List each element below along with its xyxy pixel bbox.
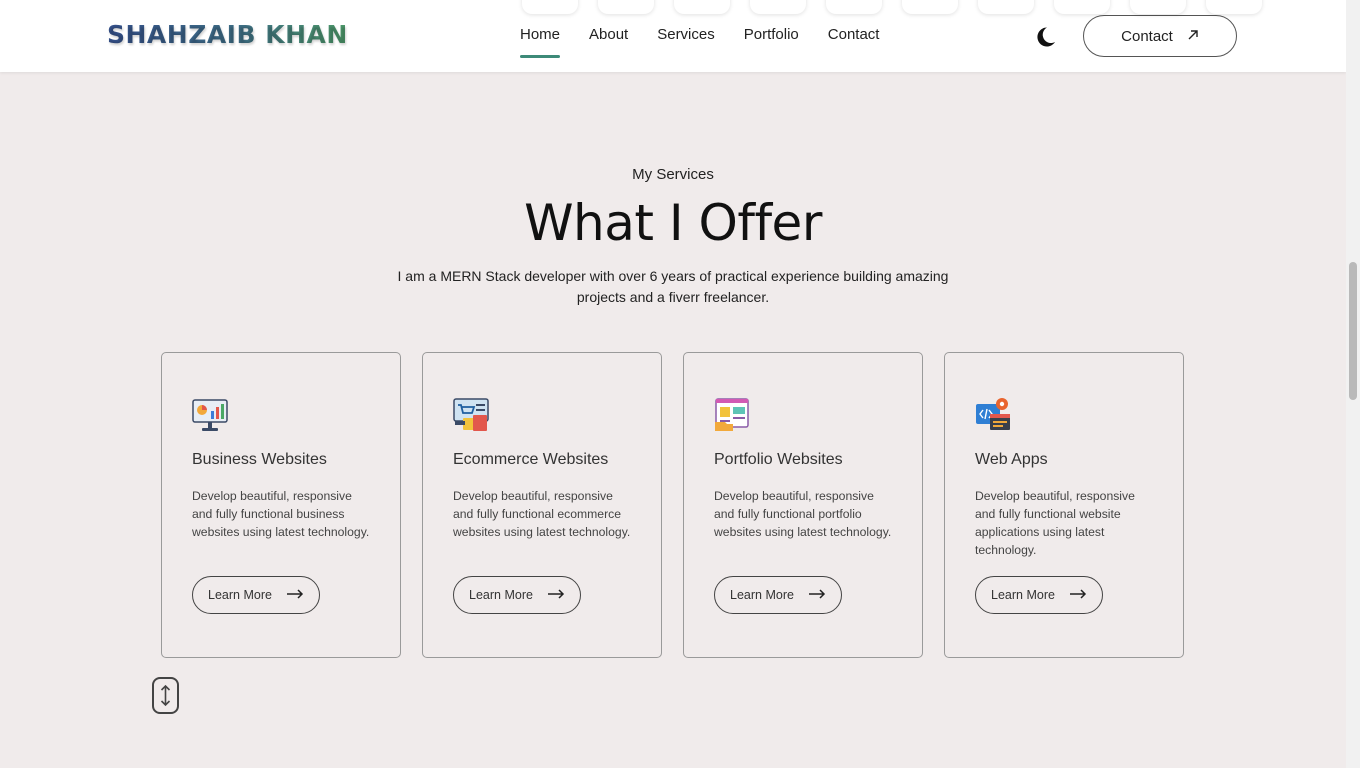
section-description: I am a MERN Stack developer with over 6 … xyxy=(397,268,949,305)
card-description: Develop beautiful, responsive and fully … xyxy=(192,489,370,539)
service-card-portfolio: Portfolio Websites Develop beautiful, re… xyxy=(683,352,923,658)
learn-more-label: Learn More xyxy=(991,588,1055,602)
tech-tile xyxy=(522,0,578,14)
learn-more-button[interactable]: Learn More xyxy=(714,576,842,614)
service-card-business: Business Websites Develop beautiful, res… xyxy=(161,352,401,658)
nav-portfolio[interactable]: Portfolio xyxy=(744,26,799,43)
nav-contact[interactable]: Contact xyxy=(828,26,880,43)
card-title: Web Apps xyxy=(975,451,1048,468)
arrow-right-icon xyxy=(1069,588,1087,602)
arrow-right-icon xyxy=(547,588,565,602)
learn-more-button[interactable]: Learn More xyxy=(975,576,1103,614)
tech-tile xyxy=(1206,0,1262,14)
tech-icons-strip xyxy=(522,0,1262,14)
section-subtitle: My Services xyxy=(632,166,714,183)
portfolio-icon xyxy=(713,396,751,434)
section-title: What I Offer xyxy=(524,194,822,252)
tech-tile xyxy=(978,0,1034,14)
arrow-right-icon xyxy=(286,588,304,602)
contact-button[interactable]: Contact xyxy=(1083,15,1237,57)
nav-home[interactable]: Home xyxy=(520,26,561,58)
tech-tile xyxy=(826,0,882,14)
arrow-up-right-icon xyxy=(1187,28,1199,45)
scroll-mouse-icon[interactable] xyxy=(152,677,179,714)
code-window-icon xyxy=(974,396,1012,434)
service-card-ecommerce: Ecommerce Websites Develop beautiful, re… xyxy=(422,352,662,658)
moon-icon[interactable] xyxy=(1033,25,1057,49)
nav-services[interactable]: Services xyxy=(657,26,715,43)
tech-tile xyxy=(598,0,654,14)
card-title: Ecommerce Websites xyxy=(453,451,609,468)
learn-more-label: Learn More xyxy=(208,588,272,602)
site-logo[interactable]: SHAHZAIB KHAN xyxy=(107,20,348,49)
learn-more-button[interactable]: Learn More xyxy=(192,576,320,614)
shopping-cart-icon xyxy=(452,396,490,434)
tech-tile xyxy=(902,0,958,14)
card-description: Develop beautiful, responsive and fully … xyxy=(975,489,1135,557)
page: SHAHZAIB KHAN Home About Services Portfo… xyxy=(0,0,1346,768)
learn-more-label: Learn More xyxy=(469,588,533,602)
main-nav: Home About Services Portfolio Contact xyxy=(520,26,880,58)
card-description: Develop beautiful, responsive and fully … xyxy=(714,489,892,539)
card-title: Portfolio Websites xyxy=(714,451,843,468)
contact-button-label: Contact xyxy=(1121,27,1173,45)
learn-more-button[interactable]: Learn More xyxy=(453,576,581,614)
business-chart-icon xyxy=(191,396,229,434)
tech-tile xyxy=(750,0,806,14)
card-description: Develop beautiful, responsive and fully … xyxy=(453,489,631,539)
scrollbar-thumb[interactable] xyxy=(1349,262,1357,400)
learn-more-label: Learn More xyxy=(730,588,794,602)
tech-tile xyxy=(674,0,730,14)
arrow-right-icon xyxy=(808,588,826,602)
tech-tile xyxy=(1130,0,1186,14)
card-title: Business Websites xyxy=(192,451,327,468)
service-card-webapps: Web Apps Develop beautiful, responsive a… xyxy=(944,352,1184,658)
navbar: SHAHZAIB KHAN Home About Services Portfo… xyxy=(0,0,1346,72)
page-scrollbar[interactable] xyxy=(1346,0,1360,768)
tech-tile xyxy=(1054,0,1110,14)
nav-about[interactable]: About xyxy=(589,26,628,43)
